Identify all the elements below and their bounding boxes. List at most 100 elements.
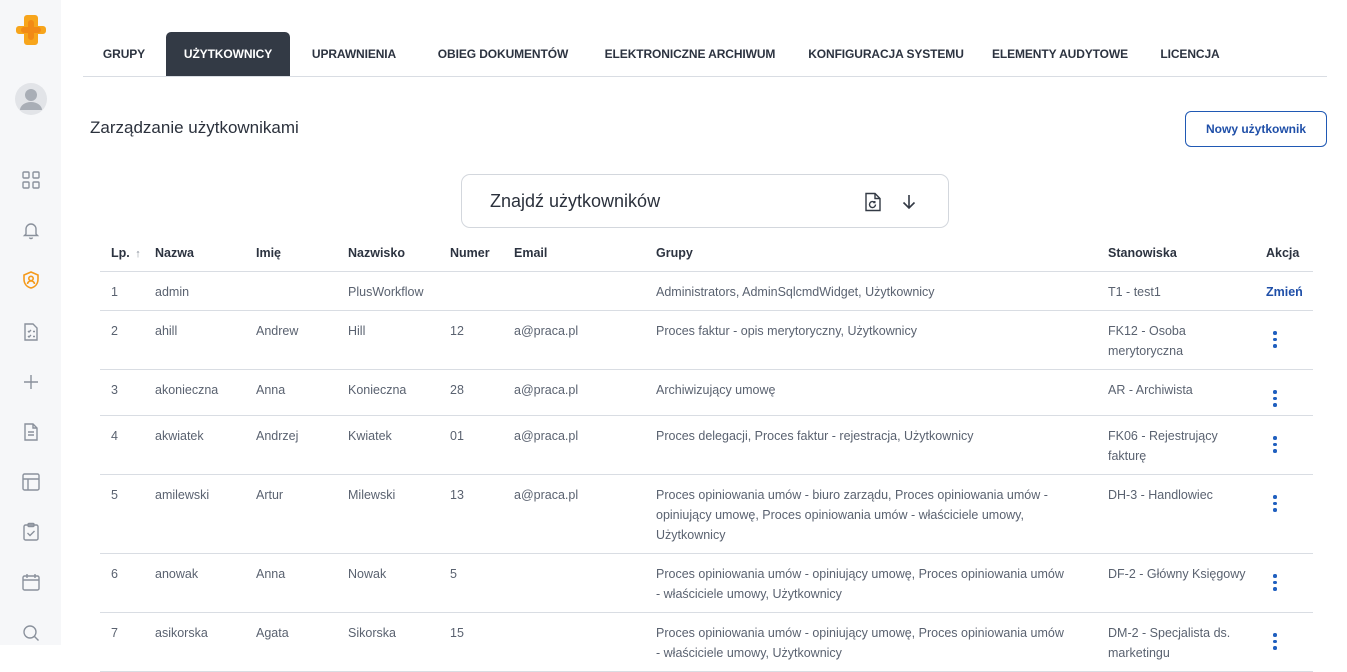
tab-elementy-audytowe[interactable]: ELEMENTY AUDYTOWE: [985, 32, 1135, 76]
cell-nazwa: akwiatek: [155, 415, 256, 475]
search-panel-label: Znajdź użytkowników: [490, 191, 661, 211]
cell-akcja: [1266, 369, 1313, 416]
cell-email: [514, 553, 656, 613]
table-row[interactable]: 6 anowak Anna Nowak 5 Proces opiniowania…: [100, 553, 1313, 613]
tab-bar: GRUPY UŻYTKOWNICY UPRAWNIENIA OBIEG DOKU…: [83, 32, 1327, 77]
header-nazwisko[interactable]: Nazwisko: [348, 236, 450, 272]
header-numer[interactable]: Numer: [450, 236, 514, 272]
cell-numer: 12: [450, 310, 514, 370]
checklist-document-icon[interactable]: [0, 317, 61, 347]
cell-lp: 4: [100, 415, 155, 475]
cell-email: [514, 271, 656, 311]
cell-grupy: Proces opiniowania umów - opiniujący umo…: [656, 553, 1108, 613]
more-vertical-icon[interactable]: [1266, 493, 1284, 512]
plus-icon[interactable]: [0, 367, 61, 397]
dashboard-grid-icon[interactable]: [0, 165, 61, 195]
more-vertical-icon[interactable]: [1266, 434, 1284, 453]
logo-plus-icon[interactable]: [0, 15, 61, 45]
header-nazwa[interactable]: Nazwa: [155, 236, 256, 272]
clipboard-check-icon[interactable]: [0, 517, 61, 547]
table-row[interactable]: 3 akonieczna Anna Konieczna 28 a@praca.p…: [100, 369, 1313, 416]
cell-nazwa: ahill: [155, 310, 256, 370]
change-link[interactable]: Zmień: [1266, 285, 1303, 299]
cell-numer: 01: [450, 415, 514, 475]
header-lp[interactable]: Lp. ↑: [100, 236, 155, 272]
cell-nazwa: akonieczna: [155, 369, 256, 416]
more-vertical-icon[interactable]: [1266, 388, 1284, 407]
tab-konfiguracja-systemu[interactable]: KONFIGURACJA SYSTEMU: [801, 32, 971, 76]
arrow-down-icon[interactable]: [898, 191, 920, 213]
cell-imie: Artur: [256, 474, 348, 554]
cell-nazwa: admin: [155, 271, 256, 311]
search-icon[interactable]: [0, 618, 61, 648]
cell-grupy: Proces opiniowania umów - opiniujący umo…: [656, 612, 1108, 672]
table-row[interactable]: 4 akwiatek Andrzej Kwiatek 01 a@praca.pl…: [100, 415, 1313, 475]
layout-icon[interactable]: [0, 467, 61, 497]
cell-email: a@praca.pl: [514, 474, 656, 554]
document-icon[interactable]: [0, 417, 61, 447]
table-row[interactable]: 1 admin PlusWorkflow Administrators, Adm…: [100, 271, 1313, 311]
cell-nazwisko: Kwiatek: [348, 415, 450, 475]
header-stanowiska[interactable]: Stanowiska: [1108, 236, 1266, 272]
cell-lp: 2: [100, 310, 155, 370]
cell-stanowiska: DH-3 - Handlowiec: [1108, 474, 1266, 554]
shield-user-icon[interactable]: [0, 265, 61, 295]
calendar-icon[interactable]: [0, 567, 61, 597]
cell-lp: 7: [100, 612, 155, 672]
cell-akcja: [1266, 474, 1313, 554]
cell-akcja: [1266, 612, 1313, 672]
cell-stanowiska: T1 - test1: [1108, 271, 1266, 311]
more-vertical-icon[interactable]: [1266, 631, 1284, 650]
header-email[interactable]: Email: [514, 236, 656, 272]
header-grupy[interactable]: Grupy: [656, 236, 1108, 272]
cell-stanowiska: DM-2 - Specjalista ds. marketingu: [1108, 612, 1266, 672]
cell-stanowiska: FK06 - Rejestrujący fakturę: [1108, 415, 1266, 475]
cell-nazwisko: Nowak: [348, 553, 450, 613]
cell-stanowiska: DF-2 - Główny Księgowy: [1108, 553, 1266, 613]
cell-lp: 5: [100, 474, 155, 554]
cell-imie: Anna: [256, 553, 348, 613]
new-user-button[interactable]: Nowy użytkownik: [1185, 111, 1327, 147]
table-header-row: Lp. ↑ Nazwa Imię Nazwisko Numer Email Gr…: [100, 236, 1313, 272]
sort-arrow-up-icon[interactable]: ↑: [135, 248, 141, 260]
sidebar: [0, 0, 61, 645]
page-title: Zarządzanie użytkownikami: [90, 118, 299, 137]
avatar[interactable]: [0, 83, 61, 115]
table-row[interactable]: 7 asikorska Agata Sikorska 15 Proces opi…: [100, 612, 1313, 672]
header-akcja: Akcja: [1266, 236, 1313, 272]
cell-stanowiska: FK12 - Osoba merytoryczna: [1108, 310, 1266, 370]
cell-numer: 28: [450, 369, 514, 416]
tab-grupy[interactable]: GRUPY: [83, 32, 165, 76]
refresh-document-icon[interactable]: [862, 191, 884, 213]
tab-obieg-dokumentow[interactable]: OBIEG DOKUMENTÓW: [428, 32, 578, 76]
main-content: GRUPY UŻYTKOWNICY UPRAWNIENIA OBIEG DOKU…: [61, 0, 1347, 672]
bell-icon[interactable]: [0, 215, 61, 245]
cell-grupy: Proces delegacji, Proces faktur - rejest…: [656, 415, 1108, 475]
cell-email: a@praca.pl: [514, 369, 656, 416]
cell-grupy: Proces faktur - opis merytoryczny, Użytk…: [656, 310, 1108, 370]
cell-akcja: [1266, 415, 1313, 475]
more-vertical-icon[interactable]: [1266, 572, 1284, 591]
cell-nazwisko: Hill: [348, 310, 450, 370]
cell-numer: 13: [450, 474, 514, 554]
cell-numer: 15: [450, 612, 514, 672]
search-panel[interactable]: Znajdź użytkowników: [461, 174, 949, 228]
cell-lp: 1: [100, 271, 155, 311]
header-lp-label: Lp.: [111, 246, 130, 261]
cell-nazwisko: Konieczna: [348, 369, 450, 416]
cell-imie: Anna: [256, 369, 348, 416]
cell-nazwisko: Sikorska: [348, 612, 450, 672]
table-row[interactable]: 5 amilewski Artur Milewski 13 a@praca.pl…: [100, 474, 1313, 554]
cell-lp: 3: [100, 369, 155, 416]
tab-uzytkownicy[interactable]: UŻYTKOWNICY: [166, 32, 290, 76]
header-imie[interactable]: Imię: [256, 236, 348, 272]
tab-licencja[interactable]: LICENCJA: [1150, 32, 1230, 76]
cell-imie: [256, 271, 348, 311]
cell-stanowiska: AR - Archiwista: [1108, 369, 1266, 416]
table-row[interactable]: 2 ahill Andrew Hill 12 a@praca.pl Proces…: [100, 310, 1313, 370]
more-vertical-icon[interactable]: [1266, 329, 1284, 348]
tab-elektroniczne-archiwum[interactable]: ELEKTRONICZNE ARCHIWUM: [595, 32, 785, 76]
cell-imie: Agata: [256, 612, 348, 672]
tab-uprawnienia[interactable]: UPRAWNIENIA: [299, 32, 409, 76]
cell-imie: Andrzej: [256, 415, 348, 475]
